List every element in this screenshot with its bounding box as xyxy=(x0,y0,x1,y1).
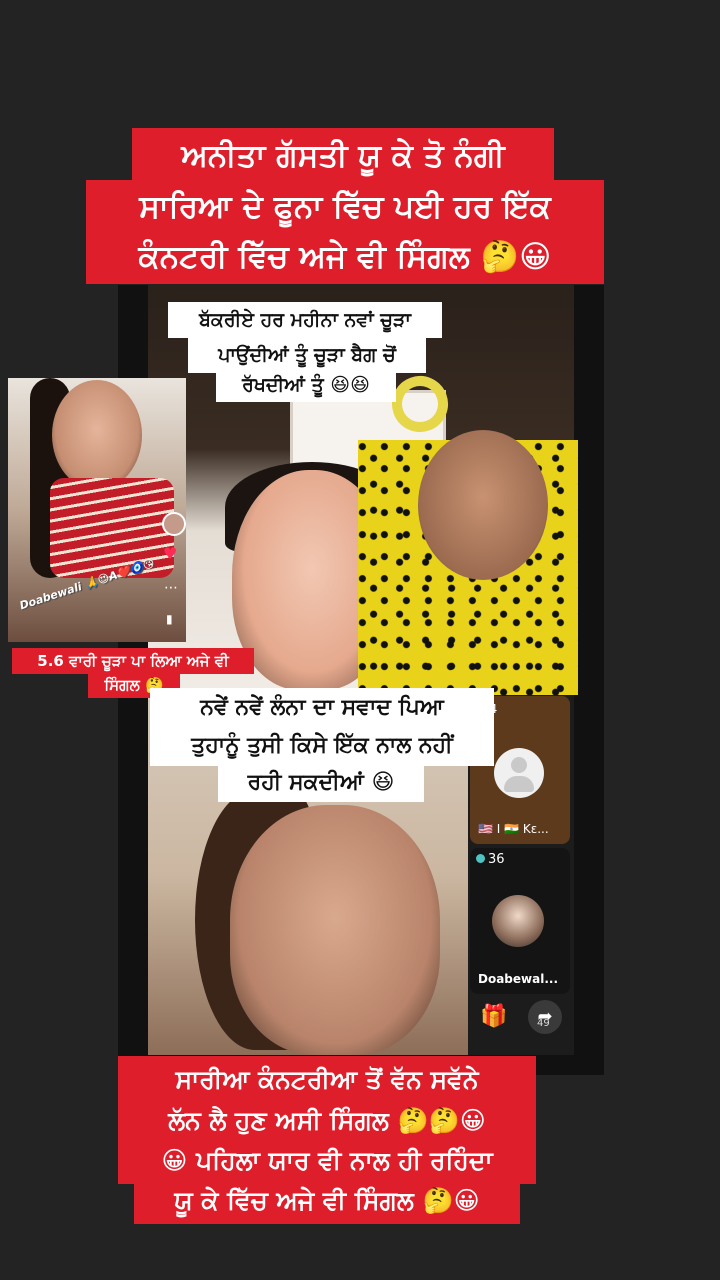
bakri-caption-line-3: ਰੱਖਦੀਆਂ ਤੂੰ 😆😆 xyxy=(216,368,396,402)
middle-caption-line-3: ਰਹੀ ਸਕਦੀਆਂ 😆 xyxy=(218,764,424,802)
bottom-caption-line-4: ਯੂ ਕੇ ਵਿੱਚ ਅਜੇ ਵੀ ਸਿੰਗਲ 🤔😀 xyxy=(134,1178,520,1224)
bookmark-icon[interactable]: ▮ xyxy=(166,612,173,626)
inset-profile-avatar[interactable] xyxy=(162,512,186,536)
guest-name: 🇺🇸 I 🇮🇳 Kɛ... xyxy=(478,822,549,836)
bakri-caption-line-1: ਬੱਕਰੀਏ ਹਰ ਮਹੀਨਾ ਨਵਾਂ ਚੂੜਾ xyxy=(168,302,442,338)
top-caption-line-3: ਕੰਨਟਰੀ ਵਿੱਚ ਅਜੇ ਵੀ ਸਿੰਗਲ 🤔😀 xyxy=(86,230,604,284)
inset-woman-face xyxy=(52,380,142,490)
host-avatar xyxy=(492,895,544,947)
host-count-value: 36 xyxy=(488,852,505,867)
bottom-caption-line-1: ਸਾਰੀਆ ਕੰਨਟਰੀਆ ਤੋਂ ਵੱਨ ਸਵੱਨੇ xyxy=(118,1056,536,1104)
middle-caption-line-1: ਨਵੇਂ ਨਵੇਂ ਲੰਨਾ ਦਾ ਸਵਾਦ ਪਿਆ xyxy=(150,688,494,728)
inset-chura-bangles xyxy=(50,478,174,578)
host-name: Doabewal... xyxy=(478,972,559,986)
top-caption-line-2: ਸਾਰਿਆ ਦੇ ਫੂਨਾ ਵਿੱਚ ਪਈ ਹਰ ਇੱਕ xyxy=(86,180,604,234)
guest-avatar-icon xyxy=(494,748,544,798)
gift-icon[interactable]: 🎁 xyxy=(480,1004,507,1029)
comment-icon[interactable]: ⋯ xyxy=(164,580,178,596)
top-caption-line-1: ਅਨੀਤਾ ਗੱਸਤੀ ਯੂ ਕੇ ਤੋ ਨੰਗੀ xyxy=(132,128,554,184)
middle-caption-line-2: ਤੁਹਾਨੂੰ ਤੁਸੀ ਕਿਸੇ ਇੱਕ ਨਾਲ ਨਹੀਂ xyxy=(150,726,494,766)
share-count: 49 xyxy=(537,1018,550,1029)
live-dot-icon xyxy=(476,854,485,863)
heart-icon[interactable]: ♥ xyxy=(163,544,177,563)
right-woman-face xyxy=(418,430,548,580)
lower-woman-face xyxy=(230,805,440,1055)
inset-caption-line-1: 5.6 ਵਾਰੀ ਚੂੜਾ ਪਾ ਲਿਆ ਅਜੇ ਵੀ xyxy=(12,648,254,674)
host-viewer-count: 36 xyxy=(476,852,505,867)
